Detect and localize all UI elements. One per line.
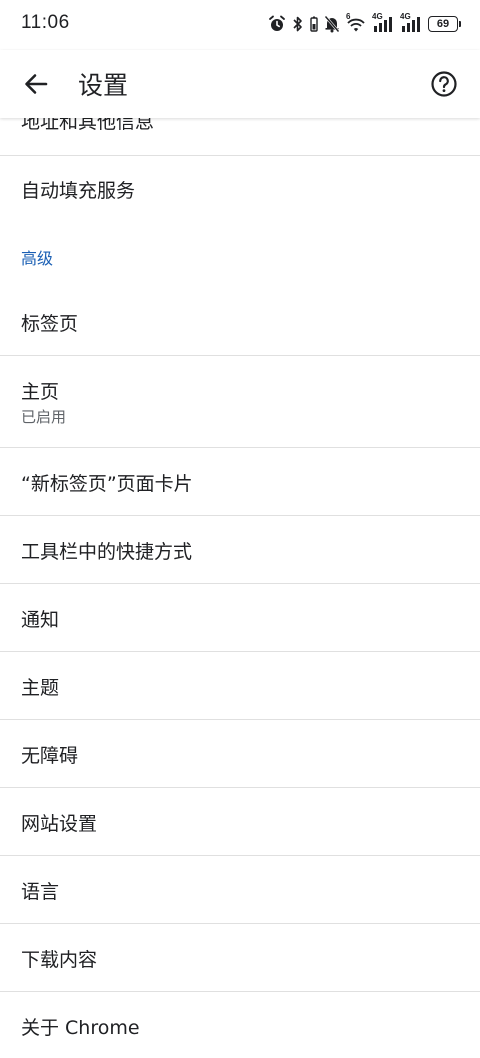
wifi-indicator: 6 — [346, 12, 366, 33]
help-circle-icon — [431, 71, 457, 97]
app-bar: 设置 — [0, 50, 480, 118]
settings-item-label: 地址和其他信息 — [21, 118, 155, 133]
settings-item-site-settings[interactable]: 网站设置 — [0, 788, 480, 855]
settings-item-label: 通知 — [21, 609, 60, 631]
alarm-icon — [269, 15, 285, 31]
settings-item-label: 语言 — [21, 881, 60, 903]
settings-item-label: 主页 — [21, 381, 60, 403]
status-icons: 6 4G 4G 69 — [268, 12, 461, 35]
settings-item-label: 下载内容 — [21, 949, 98, 971]
settings-item-label: 自动填充服务 — [21, 180, 136, 202]
settings-item-label: 工具栏中的快捷方式 — [21, 541, 193, 563]
settings-item-homepage[interactable]: 主页 已启用 — [0, 356, 480, 448]
settings-item-ntp-cards[interactable]: “新标签页”页面卡片 — [0, 448, 480, 515]
page-title: 设置 — [78, 71, 129, 100]
battery-icon: 69 — [428, 16, 461, 32]
status-time: 11:06 — [21, 12, 70, 33]
back-button[interactable] — [14, 62, 58, 106]
section-header-advanced: 高级 — [21, 249, 54, 268]
settings-item-addresses[interactable]: 地址和其他信息 — [0, 118, 480, 155]
status-bar: 11:06 6 4G 4G 69 — [0, 0, 480, 50]
arrow-back-icon — [25, 74, 48, 94]
settings-list: 地址和其他信息 自动填充服务 高级 标签页 主页 已启用 “新标签页”页面卡片 … — [0, 118, 480, 1058]
signal-bars-icon — [402, 17, 420, 32]
settings-item-languages[interactable]: 语言 — [0, 856, 480, 923]
signal-sim2: 4G — [400, 12, 422, 33]
settings-item-notifications[interactable]: 通知 — [0, 584, 480, 651]
settings-item-theme[interactable]: 主题 — [0, 652, 480, 719]
settings-item-summary: 已启用 — [21, 408, 67, 426]
mute-bell-icon — [324, 15, 340, 33]
settings-item-label: 无障碍 — [21, 745, 79, 767]
settings-item-accessibility[interactable]: 无障碍 — [0, 720, 480, 787]
signal-sim1: 4G — [372, 12, 394, 33]
settings-item-downloads[interactable]: 下载内容 — [0, 924, 480, 991]
wifi-icon — [347, 18, 365, 32]
bluetooth-icon — [293, 16, 302, 32]
settings-item-autofill-service[interactable]: 自动填充服务 — [0, 156, 480, 224]
signal-bars-icon — [374, 17, 392, 32]
settings-item-label: 关于 Chrome — [21, 1017, 140, 1039]
settings-item-label: “新标签页”页面卡片 — [21, 473, 193, 495]
settings-item-label: 标签页 — [21, 313, 79, 335]
settings-item-toolbar-shortcut[interactable]: 工具栏中的快捷方式 — [0, 516, 480, 583]
help-button[interactable] — [422, 62, 466, 106]
settings-item-label: 网站设置 — [21, 813, 98, 835]
vibrate-battery-icon — [310, 16, 318, 32]
settings-item-tabs[interactable]: 标签页 — [0, 288, 480, 355]
settings-item-about-chrome[interactable]: 关于 Chrome — [0, 992, 480, 1058]
settings-item-label: 主题 — [21, 677, 60, 699]
